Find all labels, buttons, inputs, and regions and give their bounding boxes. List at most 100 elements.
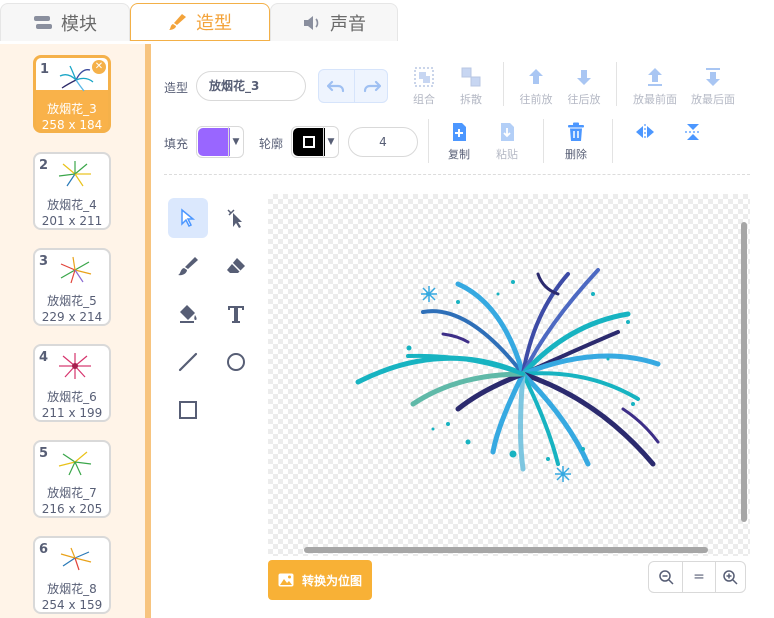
outline-color-picker[interactable]: ▼: [291, 126, 339, 158]
costume-thumbnail: [58, 161, 91, 187]
circle-tool[interactable]: [216, 342, 256, 382]
reshape-tool[interactable]: [216, 198, 256, 238]
undo-redo-group: [318, 69, 388, 103]
paste-icon: [501, 123, 514, 141]
reshape-icon: [227, 209, 242, 228]
brush-tool[interactable]: [168, 246, 208, 286]
zoom-out-icon: [659, 570, 674, 585]
copy-button[interactable]: 复制: [434, 121, 484, 167]
costume-item-2[interactable]: 2 放烟花_4 201 x 211: [33, 152, 111, 230]
convert-to-bitmap-button[interactable]: 转换为位图: [268, 560, 372, 600]
outline-label: 轮廓: [259, 137, 284, 151]
editor-tabs: 模块 造型 声音: [0, 0, 774, 44]
costume-number: 5: [39, 446, 49, 461]
costume-name-label: 造型: [164, 81, 189, 95]
delete-button[interactable]: 删除: [551, 121, 601, 167]
costume-name: 放烟花_3: [47, 102, 97, 116]
backward-button[interactable]: 往后放: [559, 66, 609, 112]
zoom-in-icon: [723, 570, 738, 585]
code-blocks-icon: [34, 15, 52, 29]
costume-thumbnail: [60, 547, 92, 571]
costume-thumbnail: [60, 256, 92, 284]
caret-down-icon: ▼: [228, 127, 243, 157]
tab-sounds[interactable]: 声音: [270, 3, 398, 41]
copy-label: 复制: [448, 148, 470, 161]
convert-label: 转换为位图: [301, 573, 362, 588]
paint-canvas[interactable]: [268, 194, 750, 556]
costume-thumbnail: [59, 65, 94, 92]
costume-item-3[interactable]: 3 放烟花_5 229 x 214: [33, 248, 111, 326]
eraser-tool[interactable]: [216, 246, 256, 286]
tab-label: 模块: [61, 13, 97, 35]
rectangle-icon: [179, 401, 197, 419]
tab-costumes[interactable]: 造型: [130, 3, 270, 41]
group-icon: [414, 67, 434, 87]
costume-name: 放烟花_7: [47, 486, 97, 500]
costume-item-5[interactable]: 5 放烟花_7 216 x 205: [33, 440, 111, 518]
costume-size: 201 x 211: [41, 214, 103, 228]
bring-to-front-button[interactable]: 放最前面: [630, 66, 680, 112]
costume-number: 6: [39, 542, 49, 557]
costume-number: 2: [39, 158, 49, 173]
costume-thumbnail: [59, 353, 91, 379]
paste-label: 粘贴: [496, 148, 518, 161]
zoom-reset-button[interactable]: =: [682, 562, 716, 592]
text-tool[interactable]: [216, 294, 256, 334]
fill-swatch: [198, 128, 230, 156]
costume-size: 229 x 214: [41, 310, 103, 324]
speaker-icon: [304, 15, 319, 30]
undo-button[interactable]: [319, 70, 353, 102]
forward-button[interactable]: 往前放: [511, 66, 561, 112]
paint-bucket-icon: [180, 305, 197, 323]
group-label: 组合: [413, 93, 435, 106]
delete-costume-button[interactable]: ✕: [92, 60, 106, 74]
redo-button[interactable]: [354, 70, 389, 102]
horizontal-scrollbar[interactable]: [304, 547, 708, 553]
ungroup-icon: [461, 67, 481, 87]
tab-label: 造型: [196, 13, 232, 34]
copy-icon: [453, 123, 466, 141]
select-tool[interactable]: [168, 198, 208, 238]
send-to-back-icon: [706, 68, 720, 86]
zoom-in-button[interactable]: [714, 562, 746, 592]
costume-item-1[interactable]: 1 ✕ 放烟花_3 258 x 184: [33, 55, 111, 133]
costume-item-4[interactable]: 4 放烟花_6 211 x 199: [33, 344, 111, 422]
ungroup-button[interactable]: 拆散: [446, 66, 496, 112]
firework-costume-drawing: [355, 268, 661, 482]
fill-label: 填充: [164, 137, 189, 151]
fill-tool[interactable]: [168, 294, 208, 334]
eraser-icon: [227, 258, 245, 273]
delete-label: 删除: [565, 148, 587, 161]
send-to-back-button[interactable]: 放最后面: [688, 66, 738, 112]
send-to-back-label: 放最后面: [691, 93, 735, 106]
group-button[interactable]: 组合: [399, 66, 449, 112]
tab-code[interactable]: 模块: [0, 3, 130, 41]
flip-vertical-icon: [685, 124, 701, 140]
trash-icon: [568, 122, 584, 141]
zoom-out-button[interactable]: [650, 562, 682, 592]
backward-label: 往后放: [567, 93, 601, 106]
costume-name: 放烟花_6: [47, 390, 97, 404]
tab-label: 声音: [330, 13, 366, 35]
rectangle-tool[interactable]: [168, 390, 208, 430]
costume-name-input[interactable]: 放烟花_3: [196, 71, 306, 101]
costume-number: 4: [39, 350, 49, 365]
costume-number: 3: [39, 254, 49, 269]
outline-width-input[interactable]: 4: [348, 127, 418, 157]
line-tool[interactable]: [168, 342, 208, 382]
brush-icon: [178, 257, 198, 276]
costume-thumbnail: [58, 451, 92, 476]
paste-button[interactable]: 粘贴: [482, 121, 532, 167]
flip-horizontal-button[interactable]: [620, 121, 670, 167]
flip-vertical-button[interactable]: [668, 121, 718, 167]
caret-down-icon: ▼: [323, 127, 338, 157]
fill-color-picker[interactable]: ▼: [196, 126, 244, 158]
zoom-controls: =: [648, 561, 746, 593]
line-icon: [178, 352, 198, 372]
text-icon: [228, 306, 244, 323]
costume-name: 放烟花_5: [47, 294, 97, 308]
arrow-down-icon: [577, 70, 591, 85]
vertical-scrollbar[interactable]: [741, 222, 747, 522]
costume-number: 1: [40, 62, 50, 77]
costume-item-6[interactable]: 6 放烟花_8 254 x 159: [33, 536, 111, 614]
